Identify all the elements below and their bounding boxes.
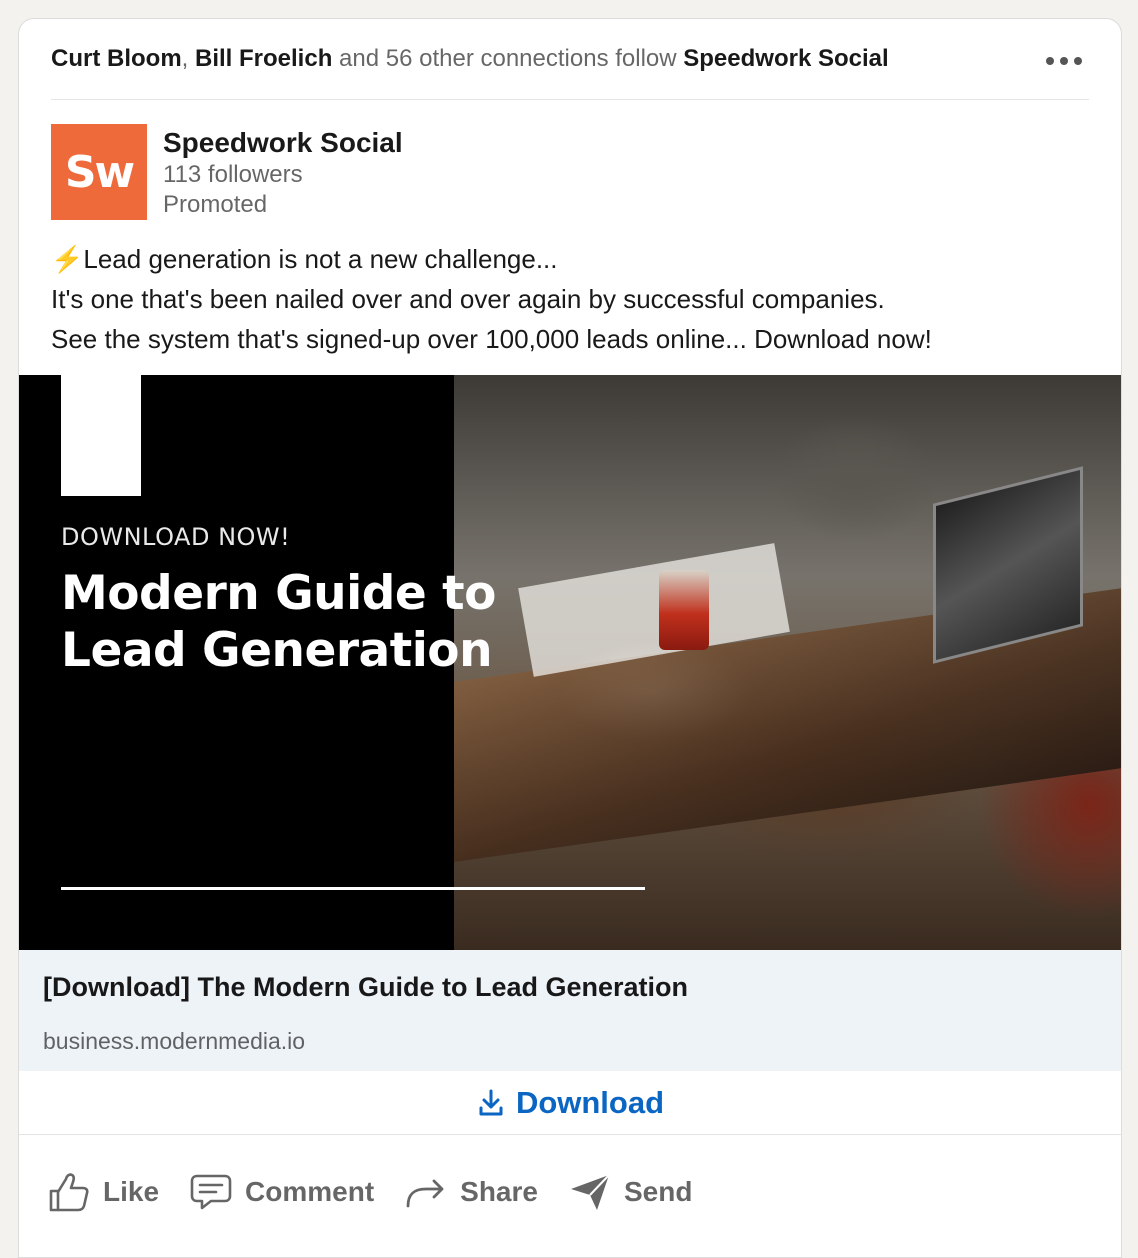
like-label: Like — [103, 1176, 160, 1207]
download-button-label: Download — [515, 1084, 665, 1120]
social-proof-text: Curt Bloom, Bill Froelich and 56 other c… — [51, 45, 889, 73]
comment-button[interactable]: Comment — [189, 1172, 374, 1212]
decorative-underline — [61, 887, 645, 890]
media-title-line-2: Lead Generation — [61, 623, 493, 678]
thumbs-up-icon — [49, 1173, 89, 1212]
decorative-white-block — [61, 375, 141, 496]
ellipsis-icon — [1060, 57, 1068, 65]
more-options-button[interactable] — [1039, 47, 1089, 75]
media-title: Modern Guide to Lead Generation — [61, 565, 581, 679]
actor-followers: 113 followers — [163, 161, 303, 188]
actor-meta: Speedwork Social 113 followers Promoted — [163, 124, 403, 222]
commentary-line-2: It's one that's been nailed over and ove… — [51, 284, 885, 314]
post-media-image[interactable]: DOWNLOAD NOW! Modern Guide to Lead Gener… — [19, 375, 1121, 950]
glass-shape — [659, 570, 709, 650]
link-preview-domain: business.modernmedia.io — [43, 1028, 306, 1054]
download-icon — [479, 1089, 503, 1115]
paper-plane-icon — [570, 1174, 610, 1210]
feed-post-card: Curt Bloom, Bill Froelich and 56 other c… — [18, 18, 1122, 1258]
post-commentary: ⚡Lead generation is not a new challenge.… — [51, 239, 1101, 359]
post-actor: Sw Speedwork Social 113 followers Promot… — [51, 124, 403, 222]
promoted-label: Promoted — [163, 191, 268, 218]
media-title-line-1: Modern Guide to — [61, 566, 496, 621]
share-arrow-icon — [406, 1179, 444, 1208]
company-logo[interactable]: Sw — [51, 124, 147, 220]
ellipsis-icon — [1074, 57, 1082, 65]
connection-name-2[interactable]: Bill Froelich — [195, 45, 332, 72]
share-button[interactable]: Share — [404, 1174, 538, 1210]
separator: , — [181, 45, 189, 72]
social-actions-bar: Like Comment Share Send — [47, 1157, 722, 1227]
followed-company-name[interactable]: Speedwork Social — [683, 45, 888, 72]
commentary-line-1: ⚡Lead generation is not a new challenge.… — [51, 239, 1101, 279]
media-kicker: DOWNLOAD NOW! — [61, 523, 291, 551]
social-proof-header: Curt Bloom, Bill Froelich and 56 other c… — [51, 19, 1089, 100]
comment-label: Comment — [245, 1176, 375, 1207]
actor-name[interactable]: Speedwork Social — [163, 126, 403, 160]
link-preview[interactable]: [Download] The Modern Guide to Lead Gene… — [19, 950, 1121, 1071]
connection-name-1[interactable]: Curt Bloom — [51, 45, 182, 72]
social-proof-middle: and 56 other connections follow — [339, 45, 677, 72]
comment-icon — [190, 1174, 232, 1210]
like-button[interactable]: Like — [47, 1171, 159, 1213]
commentary-line-3: See the system that's signed-up over 100… — [51, 324, 932, 354]
send-button[interactable]: Send — [568, 1171, 692, 1213]
commentary-text-1: Lead generation is not a new challenge..… — [83, 244, 558, 274]
download-button[interactable]: Download — [19, 1071, 1121, 1135]
share-label: Share — [460, 1176, 538, 1207]
ellipsis-icon — [1046, 57, 1054, 65]
lightning-icon: ⚡ — [51, 244, 84, 274]
send-label: Send — [623, 1176, 693, 1207]
link-preview-title: [Download] The Modern Guide to Lead Gene… — [43, 972, 689, 1002]
